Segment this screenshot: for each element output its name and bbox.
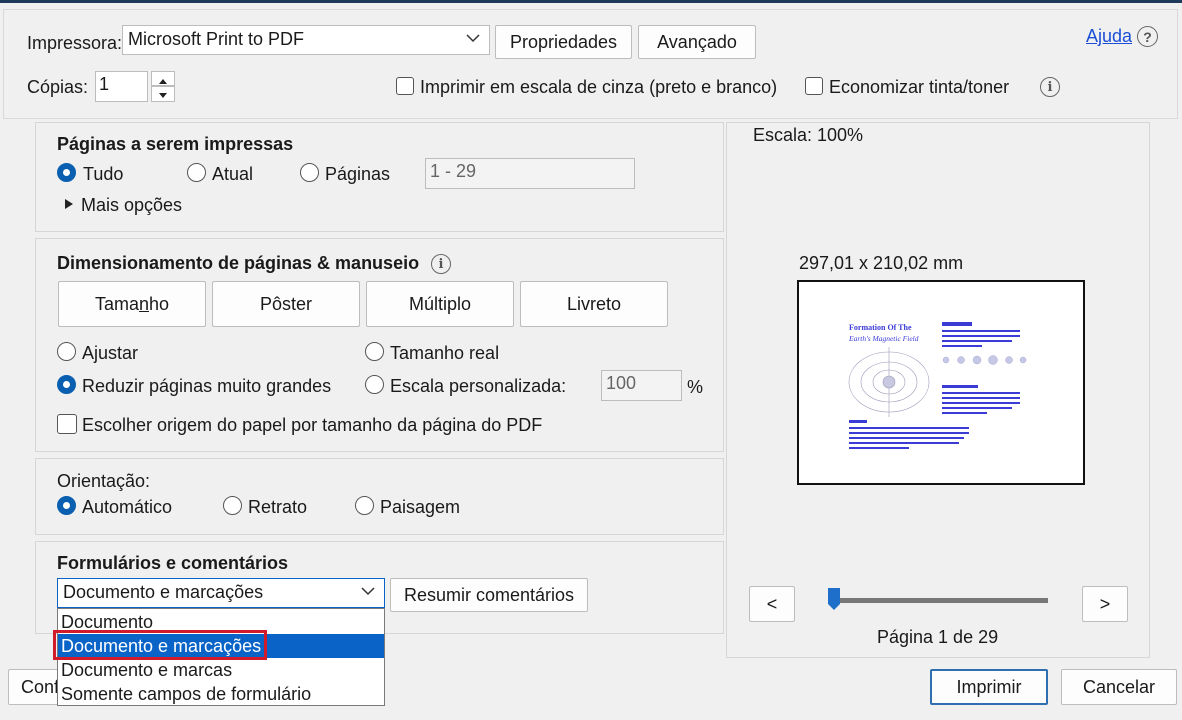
properties-button[interactable]: Propriedades xyxy=(495,25,632,59)
tab-multiple[interactable]: Múltiplo xyxy=(366,281,514,327)
chevron-down-icon xyxy=(466,34,480,43)
tab-tamanho-label-post: ho xyxy=(149,293,170,314)
radio-actual-size-label: Tamanho real xyxy=(390,343,500,363)
save-ink-checkbox[interactable] xyxy=(805,77,823,95)
advanced-button[interactable]: Avançado xyxy=(638,25,756,59)
paper-source-checkbox[interactable] xyxy=(57,414,77,434)
triangle-right-icon[interactable] xyxy=(64,198,74,210)
grayscale-label: Imprimir em escala de cinza (preto e bra… xyxy=(420,77,778,97)
dropdown-option-document-stamps[interactable]: Documento e marcas xyxy=(58,658,384,682)
more-options-toggle[interactable]: Mais opções xyxy=(81,195,182,216)
copies-value: 1 xyxy=(99,74,110,94)
orientation-title: Orientação: xyxy=(57,471,151,491)
radio-fit-label: Ajustar xyxy=(82,343,139,363)
highlight-annotation xyxy=(53,630,267,660)
tab-poster[interactable]: Pôster xyxy=(212,281,360,327)
thumb-title-2: Earth's Magnetic Field xyxy=(848,334,919,343)
radio-pages-label: Páginas xyxy=(325,164,391,184)
radio-shrink-oversized[interactable] xyxy=(57,375,76,394)
window-top-border xyxy=(0,0,1182,3)
printer-selected-value: Microsoft Print to PDF xyxy=(128,29,305,49)
radio-auto-orientation[interactable] xyxy=(57,496,76,515)
thumb-title-1: Formation Of The xyxy=(849,323,912,332)
page-range-value: 1 - 29 xyxy=(430,161,477,181)
print-button[interactable]: Imprimir xyxy=(930,669,1048,705)
info-icon[interactable]: i xyxy=(431,254,451,274)
next-page-button[interactable]: > xyxy=(1082,586,1128,622)
thumb-planet-row xyxy=(942,355,1027,365)
magnetic-field-diagram xyxy=(848,347,930,417)
page-slider-thumb[interactable] xyxy=(828,588,840,610)
forms-comments-title: Formulários e comentários xyxy=(57,553,289,573)
radio-fit[interactable] xyxy=(57,342,76,361)
thumb-text-block-right xyxy=(942,322,1020,347)
save-ink-label: Economizar tinta/toner xyxy=(829,77,1010,97)
grayscale-checkbox[interactable] xyxy=(396,77,414,95)
copies-increment-button[interactable] xyxy=(151,71,175,86)
chevron-down-icon xyxy=(361,587,375,596)
percent-label: % xyxy=(687,377,704,397)
radio-pages[interactable] xyxy=(300,163,319,182)
copies-input[interactable]: 1 xyxy=(95,71,148,102)
tab-tamanho[interactable]: Tama n ho xyxy=(58,281,206,327)
radio-landscape-label: Paisagem xyxy=(380,497,461,517)
forms-selected-value: Documento e marcações xyxy=(63,582,264,602)
paper-source-label: Escolher origem do papel por tamanho da … xyxy=(82,415,543,435)
copies-label: Cópias: xyxy=(27,77,89,97)
page-slider-track[interactable] xyxy=(830,598,1048,603)
forms-comments-select[interactable]: Documento e marcações xyxy=(57,578,385,608)
help-icon[interactable]: ? xyxy=(1137,26,1158,47)
tab-booklet[interactable]: Livreto xyxy=(520,281,668,327)
custom-scale-input[interactable]: 100 xyxy=(601,370,682,401)
preview-scale-label: Escala: 100% xyxy=(753,125,864,145)
radio-portrait[interactable] xyxy=(223,496,242,515)
preview-dimensions: 297,01 x 210,02 mm xyxy=(799,253,964,273)
page-sizing-title: Dimensionamento de páginas & manuseio xyxy=(57,253,420,273)
radio-portrait-label: Retrato xyxy=(248,497,308,517)
chevron-down-icon xyxy=(159,93,167,98)
pages-to-print-title: Páginas a serem impressas xyxy=(57,134,294,154)
radio-current-page-label: Atual xyxy=(212,164,254,184)
radio-landscape[interactable] xyxy=(355,496,374,515)
thumb-text-block-middle xyxy=(942,385,1020,414)
previous-page-button[interactable]: < xyxy=(749,586,795,622)
radio-auto-orientation-label: Automático xyxy=(82,497,173,517)
page-indicator: Página 1 de 29 xyxy=(877,627,999,647)
printer-label: Impressora: xyxy=(27,33,123,53)
custom-scale-value: 100 xyxy=(606,373,637,393)
radio-all-pages-label: Tudo xyxy=(83,164,124,184)
preview-page-thumbnail: Formation Of The Earth's Magnetic Field xyxy=(797,280,1085,485)
copies-decrement-button[interactable] xyxy=(151,86,175,102)
radio-actual-size[interactable] xyxy=(365,342,384,361)
thumb-text-block-bottom xyxy=(849,420,969,449)
cancel-button[interactable]: Cancelar xyxy=(1061,669,1177,705)
info-icon[interactable]: i xyxy=(1040,77,1060,97)
radio-shrink-oversized-label: Reduzir páginas muito grandes xyxy=(82,376,332,396)
tab-tamanho-label-mnemonic: n xyxy=(138,293,149,314)
radio-current-page[interactable] xyxy=(187,163,206,182)
radio-custom-scale[interactable] xyxy=(365,375,384,394)
summarize-comments-button[interactable]: Resumir comentários xyxy=(390,578,588,612)
radio-custom-scale-label: Escala personalizada: xyxy=(390,376,567,396)
page-range-input[interactable]: 1 - 29 xyxy=(425,158,635,189)
preview-page-content: Formation Of The Earth's Magnetic Field xyxy=(848,322,1027,449)
radio-all-pages[interactable] xyxy=(57,163,76,182)
help-link[interactable]: Ajuda xyxy=(1086,26,1132,47)
tab-tamanho-label-pre: Tama xyxy=(94,293,139,314)
dropdown-option-form-fields-only[interactable]: Somente campos de formulário xyxy=(58,682,384,706)
printer-select[interactable]: Microsoft Print to PDF xyxy=(122,25,490,55)
